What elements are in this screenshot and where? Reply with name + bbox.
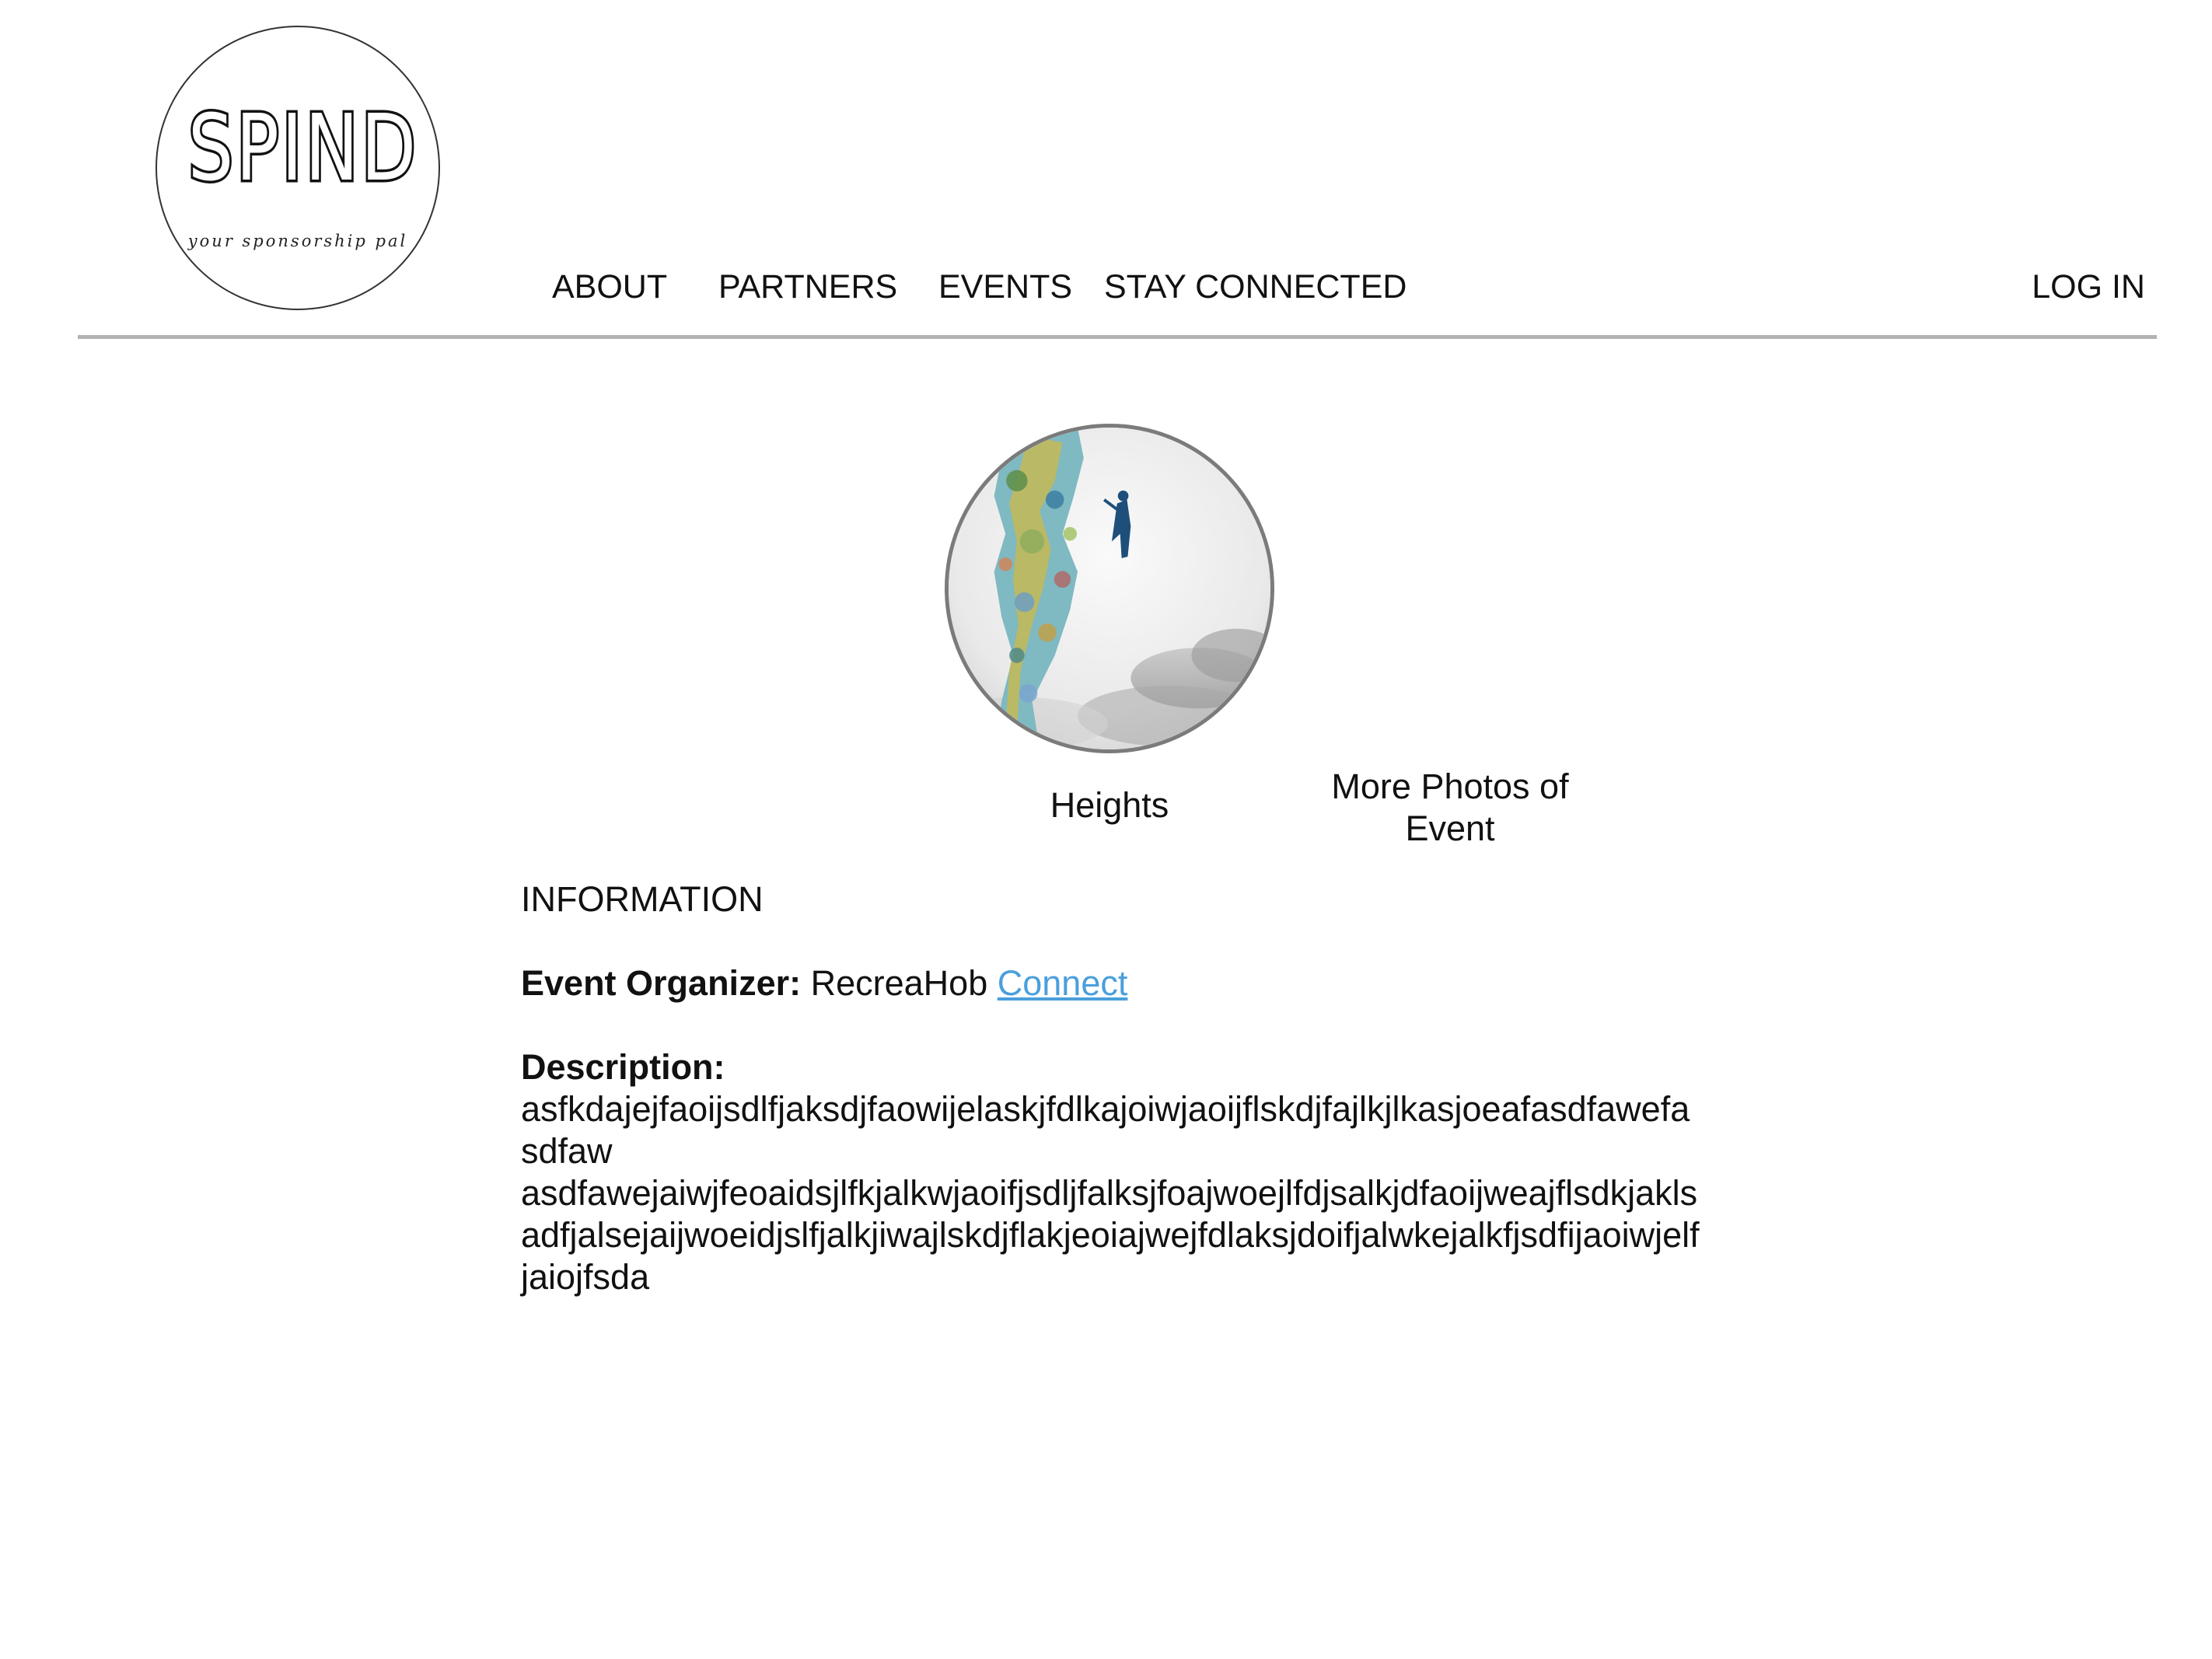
nav-about[interactable]: ABOUT [552,271,667,304]
more-photos-link[interactable]: More Photos of Event [1287,766,1613,850]
connect-link[interactable]: Connect [998,963,1128,1003]
event-photo[interactable] [945,424,1274,753]
description-row: Description: asfkdajejfaoijsdlfjaksdjfao… [521,1046,1703,1298]
information-heading: INFORMATION [521,879,764,919]
nav-events[interactable]: EVENTS [938,271,1072,304]
event-information: INFORMATION Event Organizer: RecreaHob C… [521,878,1703,1298]
nav-stay-connected[interactable]: STAY CONNECTED [1104,271,1407,304]
description-line: asdfawejaiwjfeoaidsjlfkjalkwjaoifjsdljfa… [521,1173,1698,1213]
description-label: Description: [521,1047,725,1087]
organizer-name: RecreaHob [810,963,988,1003]
logo-tagline: your sponsorship pal [187,232,408,250]
login-link[interactable]: LOG IN [2032,271,2145,304]
spind-logo[interactable]: SPIND your sponsorship pal [156,26,440,310]
organizer-label: Event Organizer: [521,963,802,1003]
event-illustration [949,428,1270,749]
nav-partners[interactable]: PARTNERS [718,271,897,304]
logo-wordmark: SPIND [186,94,419,201]
organizer-row: Event Organizer: RecreaHob Connect [521,962,1703,1004]
description-line: adfjalsejaijwoeidjslfjalkjiwajlskdjflakj… [521,1215,1700,1297]
header-divider [78,335,2157,339]
event-name: Heights [1050,785,1169,825]
description-line: asfkdajejfaoijsdlfjaksdjfaowijelaskjfdlk… [521,1089,1690,1171]
